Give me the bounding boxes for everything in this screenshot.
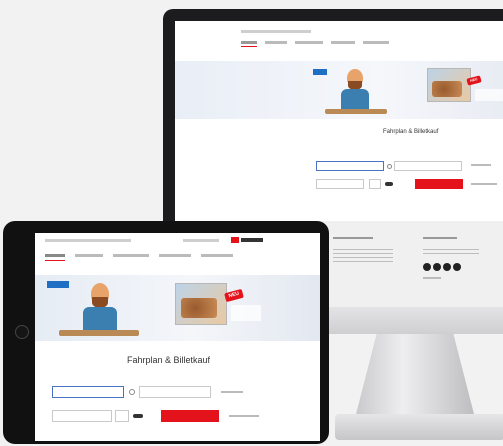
- desktop-options-link[interactable]: [471, 183, 497, 185]
- desktop-social-icon-4[interactable]: [453, 263, 461, 271]
- tablet-hero-tag: [47, 281, 69, 288]
- desktop-tab-2[interactable]: [265, 41, 287, 44]
- tablet-page-title: Fahrplan & Billetkauf: [127, 355, 211, 365]
- desktop-hero-banner: NEU: [175, 61, 503, 119]
- tablet-utility-nav[interactable]: [45, 239, 131, 242]
- desktop-time-field[interactable]: [369, 179, 381, 189]
- desktop-tab-active-underline: [241, 46, 257, 47]
- tablet-hero-package-food: [181, 298, 217, 318]
- desktop-hero-desk: [325, 109, 387, 114]
- desktop-footer-heading-1: [333, 237, 373, 239]
- desktop-hero-package-food: [432, 81, 462, 97]
- tablet-swap-icon[interactable]: [129, 389, 135, 395]
- tablet-search-login[interactable]: [183, 239, 219, 242]
- desktop-utility-nav[interactable]: [241, 30, 311, 33]
- desktop-search-button[interactable]: [415, 179, 463, 189]
- desktop-page-title: Fahrplan & Billetkauf: [383, 129, 439, 135]
- tablet-home-button: [15, 325, 29, 339]
- desktop-hero-character-body: [341, 89, 369, 111]
- tablet-hero-new-badge: NEU: [224, 288, 244, 303]
- desktop-date-field[interactable]: [316, 179, 364, 189]
- tablet-from-field[interactable]: [52, 386, 124, 398]
- tablet-tab-2[interactable]: [75, 254, 103, 257]
- tablet-options-link[interactable]: [229, 415, 259, 417]
- sbb-logo-wordmark: [241, 238, 263, 242]
- tablet-tab-3[interactable]: [113, 254, 149, 257]
- desktop-hero-tag: [313, 69, 327, 75]
- desktop-hero-text-block: [475, 89, 503, 101]
- tablet-screen: NEU Fahrplan & Billetkauf: [35, 233, 320, 441]
- desktop-via-link[interactable]: [471, 164, 491, 166]
- tablet-departure-arrival-toggle[interactable]: [133, 414, 143, 418]
- desktop-social-icon-1[interactable]: [423, 263, 431, 271]
- desktop-footer-text-2: [423, 249, 479, 255]
- tablet-tab-nav: [45, 254, 245, 261]
- tablet-tab-5[interactable]: [201, 254, 233, 257]
- desktop-departure-arrival-toggle[interactable]: [385, 182, 393, 186]
- tablet-tab-1[interactable]: [45, 254, 65, 257]
- desktop-social-icon-3[interactable]: [443, 263, 451, 271]
- tablet-via-link[interactable]: [221, 391, 243, 393]
- tablet-hero-banner: NEU: [35, 275, 320, 341]
- tablet-date-field[interactable]: [52, 410, 112, 422]
- desktop-swap-icon[interactable]: [387, 164, 392, 169]
- tablet-hero-desk: [59, 330, 139, 336]
- desktop-tab-4[interactable]: [331, 41, 355, 44]
- desktop-tab-3[interactable]: [295, 41, 323, 44]
- desktop-monitor-foot: [335, 414, 503, 440]
- desktop-from-field[interactable]: [316, 161, 384, 171]
- tablet-to-field[interactable]: [139, 386, 211, 398]
- tablet-hero-text-block: [231, 305, 261, 321]
- desktop-tab-5[interactable]: [363, 41, 389, 44]
- sbb-logo-icon[interactable]: [231, 237, 239, 243]
- desktop-footer-text-1: [333, 249, 393, 263]
- tablet-tab-active-underline: [45, 260, 65, 261]
- desktop-footer-heading-2: [423, 237, 457, 239]
- desktop-tab-nav: [241, 41, 391, 47]
- tablet-tab-4[interactable]: [159, 254, 191, 257]
- desktop-hero-package: [427, 68, 471, 102]
- desktop-footer-link[interactable]: [423, 277, 441, 279]
- tablet-search-button[interactable]: [161, 410, 219, 422]
- desktop-to-field[interactable]: [394, 161, 462, 171]
- tablet-time-field[interactable]: [115, 410, 129, 422]
- desktop-monitor-stand: [355, 334, 475, 418]
- tablet-hero-package: [175, 283, 227, 325]
- desktop-tab-1[interactable]: [241, 41, 257, 44]
- desktop-social-icon-2[interactable]: [433, 263, 441, 271]
